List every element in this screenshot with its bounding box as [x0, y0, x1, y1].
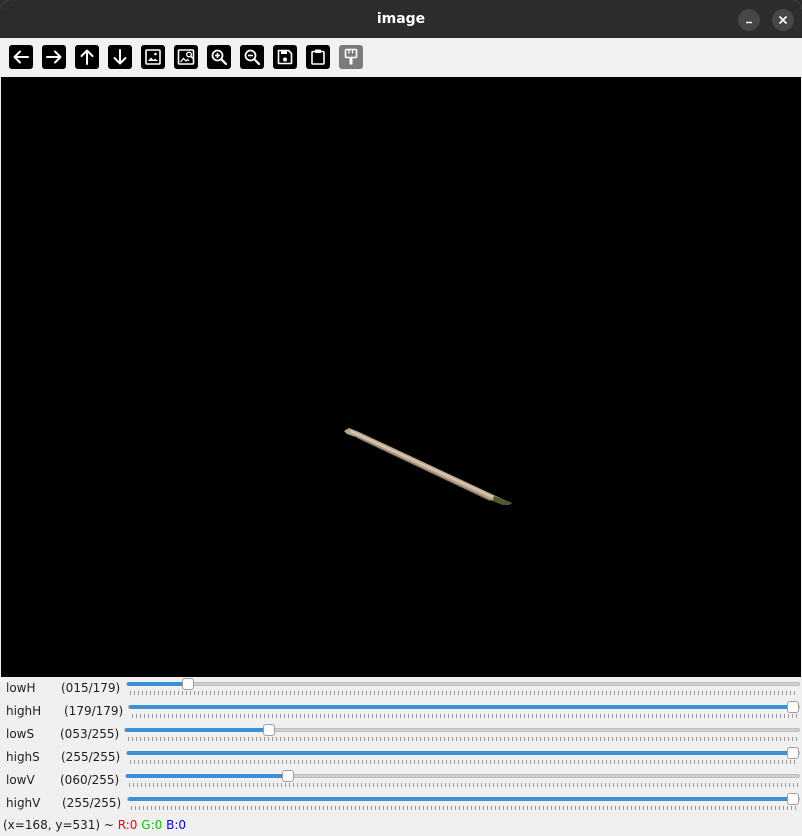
toolbar	[0, 38, 802, 78]
slider-handle[interactable]	[787, 793, 799, 805]
arrow-up-icon	[80, 49, 94, 65]
trackbar-label: highS	[6, 750, 40, 764]
slider-groove[interactable]	[124, 724, 800, 736]
trackbar-label: lowV	[6, 773, 35, 787]
slider-handle[interactable]	[182, 678, 195, 690]
slider-ticks	[132, 714, 798, 718]
trackbar-lowV: lowV (060/255)	[0, 769, 802, 792]
title-bar[interactable]: image	[0, 0, 802, 38]
trackbar-highV: highV (255/255)	[0, 792, 802, 815]
image-search-icon	[177, 49, 195, 65]
pan-left-button[interactable]	[9, 45, 33, 69]
trackbar-value: (060/255)	[60, 773, 120, 787]
properties-button[interactable]	[339, 45, 363, 69]
paint-brush-icon	[344, 48, 358, 65]
save-button[interactable]	[273, 45, 297, 69]
slider-ticks	[129, 783, 798, 787]
blue-value: B:0	[166, 818, 187, 832]
window-title: image	[376, 11, 426, 27]
slider-handle[interactable]	[787, 701, 799, 713]
slider-ticks	[130, 760, 798, 764]
trackbar-value: (255/255)	[62, 796, 122, 810]
slider-ticks	[131, 806, 798, 810]
slider-handle[interactable]	[262, 724, 275, 736]
minimize-icon	[746, 21, 752, 24]
red-value: R:0	[117, 818, 138, 832]
slider-fill	[128, 797, 793, 801]
status-text: (x=168, y=531) ~ R:0 G:0 B:0	[3, 815, 186, 836]
slider-fill	[125, 728, 269, 732]
image-canvas[interactable]	[1, 77, 801, 677]
clipboard-icon	[311, 49, 325, 65]
slider-groove[interactable]	[126, 747, 800, 759]
trackbar-value: (179/179)	[64, 704, 124, 718]
arrow-right-icon	[46, 50, 62, 64]
image-icon	[145, 49, 161, 65]
zoom-fit-button[interactable]	[174, 45, 198, 69]
status-bar: (x=168, y=531) ~ R:0 G:0 B:0	[0, 815, 802, 836]
slider-groove[interactable]	[128, 701, 800, 713]
slider-fill	[127, 751, 793, 755]
cursor-coordinates: (x=168, y=531) ~	[3, 818, 118, 832]
slider-fill	[127, 682, 189, 686]
arrow-left-icon	[13, 50, 29, 64]
slider-handle[interactable]	[787, 747, 799, 759]
pan-down-button[interactable]	[108, 45, 132, 69]
trackbar-highH: highH (179/179)	[0, 700, 802, 723]
zoom-out-button[interactable]	[240, 45, 264, 69]
zoom-out-icon	[244, 49, 261, 66]
slider-ticks	[130, 691, 798, 695]
trackbar-label: lowS	[6, 727, 35, 741]
close-icon	[778, 15, 788, 25]
slider-groove[interactable]	[125, 770, 800, 782]
slider-handle[interactable]	[281, 770, 294, 782]
zoom-in-button[interactable]	[207, 45, 231, 69]
trackbar-value: (053/255)	[60, 727, 120, 741]
app-window: image lowH (015/179) highH (179/179) low…	[0, 0, 802, 836]
trackbar-value: (015/179)	[61, 681, 121, 695]
stick-image	[344, 428, 512, 505]
trackbar-highS: highS (255/255)	[0, 746, 802, 769]
pan-right-button[interactable]	[42, 45, 66, 69]
green-value: G:0	[141, 818, 163, 832]
close-button[interactable]	[772, 9, 794, 31]
arrow-down-icon	[113, 49, 127, 65]
slider-fill	[129, 705, 793, 709]
pan-up-button[interactable]	[75, 45, 99, 69]
copy-clipboard-button[interactable]	[306, 45, 330, 69]
slider-groove[interactable]	[126, 678, 800, 690]
slider-ticks	[128, 737, 798, 741]
slider-fill	[126, 774, 288, 778]
trackbar-value: (255/255)	[61, 750, 121, 764]
save-icon	[277, 49, 293, 65]
trackbar-lowS: lowS (053/255)	[0, 723, 802, 746]
minimize-button[interactable]	[738, 9, 760, 31]
zoom-in-icon	[211, 49, 228, 66]
trackbar-panel: lowH (015/179) highH (179/179) lowS (053…	[0, 677, 802, 815]
zoom-original-button[interactable]	[141, 45, 165, 69]
trackbar-lowH: lowH (015/179)	[0, 677, 802, 700]
slider-groove[interactable]	[127, 793, 800, 805]
trackbar-label: highH	[6, 704, 42, 718]
trackbar-label: highV	[6, 796, 41, 810]
trackbar-label: lowH	[6, 681, 36, 695]
